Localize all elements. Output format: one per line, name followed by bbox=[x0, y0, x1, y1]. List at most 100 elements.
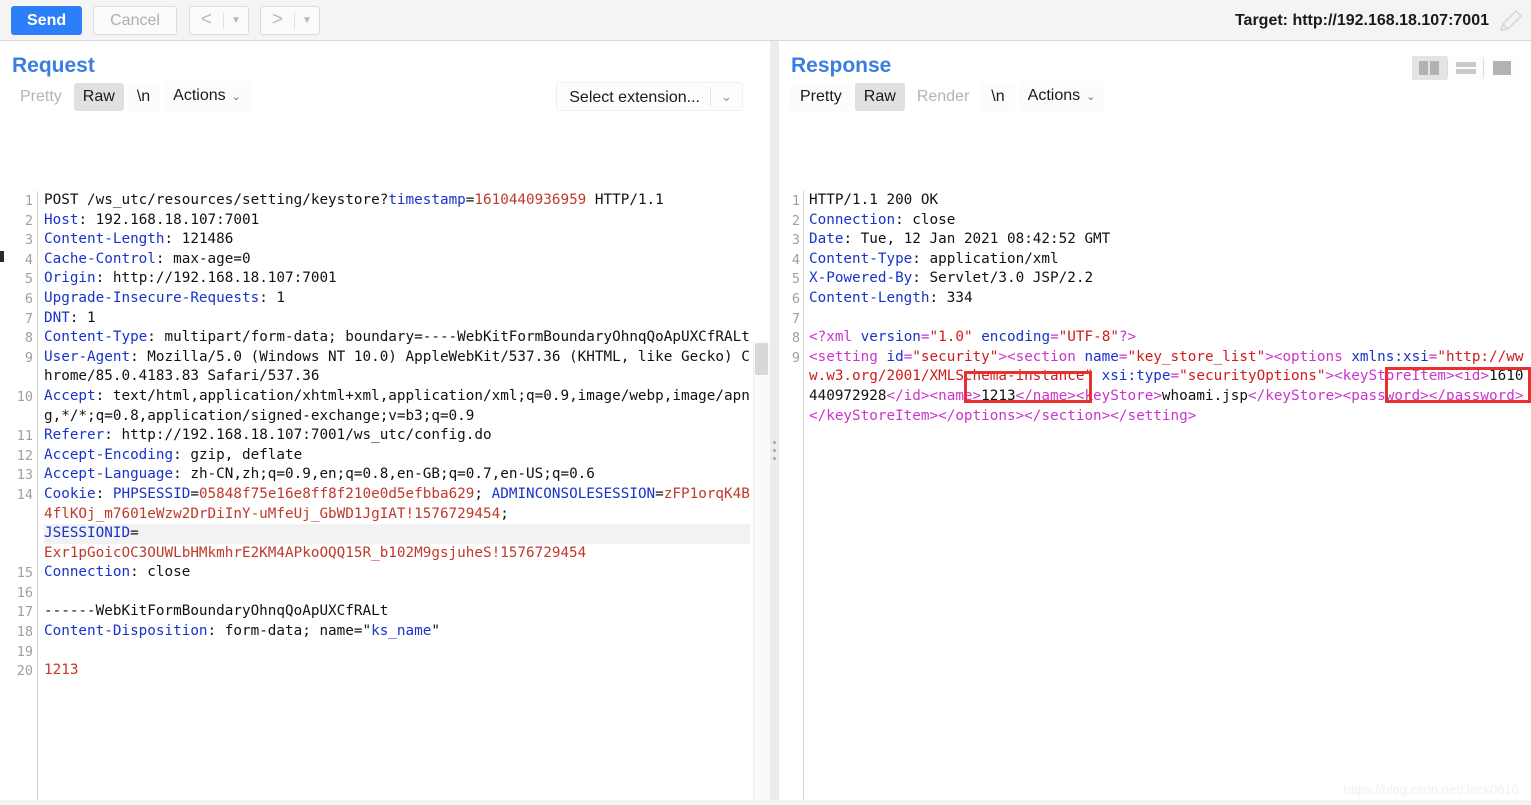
tab-response-newline[interactable]: \n bbox=[981, 82, 1015, 112]
line-number: 2 bbox=[791, 212, 800, 229]
line-number: 9 bbox=[24, 349, 33, 366]
tab-request-pretty[interactable]: Pretty bbox=[11, 83, 71, 111]
code-line: Accept-Encoding: gzip, deflate bbox=[44, 446, 303, 463]
chevron-right-icon[interactable]: > bbox=[261, 7, 294, 34]
line-number: 17 bbox=[16, 604, 33, 621]
request-edge-marker bbox=[0, 251, 4, 262]
tab-response-pretty[interactable]: Pretty bbox=[790, 82, 852, 112]
line-number: 1 bbox=[24, 193, 33, 209]
burp-repeater-window: Send Cancel < ▼ > ▼ Target: http://192.1… bbox=[0, 0, 1531, 805]
response-editor[interactable]: 1 2 3 4 5 6 7 8 9 HTTP/1.1 200 OK Connection: clo… bbox=[779, 191, 1531, 805]
line-number: 7 bbox=[791, 310, 800, 327]
cancel-button: Cancel bbox=[93, 5, 177, 35]
panel-splitter[interactable] bbox=[770, 41, 779, 805]
request-vertical-scrollbar[interactable] bbox=[753, 341, 770, 805]
line-number: 3 bbox=[24, 232, 33, 249]
request-text-content[interactable]: POST /ws_utc/resources/setting/keystore?… bbox=[44, 191, 750, 681]
single-pane-layout-button[interactable] bbox=[1484, 56, 1519, 80]
line-number: 10 bbox=[16, 388, 33, 405]
tab-response-actions-label: Actions bbox=[1027, 87, 1081, 104]
code-line: User-Agent: Mozilla/5.0 (Windows NT 10.0… bbox=[44, 348, 750, 385]
code-line: Content-Type: application/xml bbox=[809, 250, 1059, 267]
code-line: Cache-Control: max-age=0 bbox=[44, 250, 251, 267]
line-number: 6 bbox=[791, 290, 800, 307]
bottom-strip bbox=[0, 800, 1531, 805]
line-number: 18 bbox=[16, 624, 33, 641]
code-line: Content-Length: 121486 bbox=[44, 231, 234, 248]
line-number: 1 bbox=[791, 193, 800, 209]
line-number: 7 bbox=[24, 310, 33, 327]
code-line: Origin: http://192.168.18.107:7001 bbox=[44, 270, 337, 287]
tab-request-actions[interactable]: Actions ⌄ bbox=[163, 81, 251, 113]
tab-request-raw[interactable]: Raw bbox=[73, 83, 124, 111]
split-vertical-layout-button[interactable] bbox=[1412, 56, 1447, 80]
code-line: Date: Tue, 12 Jan 2021 08:42:52 GMT bbox=[809, 231, 1111, 248]
code-line: Exr1pGoicOC3OUWLbHMkmhrE2KM4APkoOQQ15R_b… bbox=[44, 544, 587, 561]
request-panel-title: Request bbox=[12, 54, 95, 77]
request-editor[interactable]: 1 2 3 4 5 6 7 8 9 10 11 12 13 14 15 16 17 18 19 20 POST /ws… bbox=[0, 191, 770, 805]
code-line: Referer: http://192.168.18.107:7001/ws_u… bbox=[44, 427, 492, 444]
response-line-number-gutter: 1 2 3 4 5 6 7 8 9 bbox=[784, 191, 804, 805]
chevron-down-icon: ⌄ bbox=[231, 91, 241, 103]
code-line: X-Powered-By: Servlet/3.0 JSP/2.2 bbox=[809, 270, 1094, 287]
tab-request-newline[interactable]: \n bbox=[126, 82, 161, 112]
code-line: JSESSIONID= bbox=[44, 524, 750, 544]
line-number: 12 bbox=[16, 447, 33, 464]
target-label: Target: http://192.168.18.107:7001 bbox=[1234, 11, 1489, 29]
single-pane-icon bbox=[1492, 61, 1511, 75]
code-line: Host: 192.168.18.107:7001 bbox=[44, 211, 260, 228]
top-toolbar: Send Cancel < ▼ > ▼ Target: http://192.1… bbox=[0, 0, 1531, 41]
code-line: 1213 bbox=[44, 662, 79, 679]
layout-buttons-group bbox=[1412, 56, 1519, 80]
line-number: 14 bbox=[16, 486, 33, 503]
line-number: 16 bbox=[16, 584, 33, 601]
watermark: https://blog.csdn.net/Jack0610 bbox=[1343, 782, 1519, 797]
code-line: Connection: close bbox=[44, 564, 191, 581]
response-panel: Response Pretty Raw Render \n Actions ⌄ … bbox=[779, 41, 1531, 805]
code-line: HTTP/1.1 200 OK bbox=[809, 192, 939, 208]
chevron-left-icon[interactable]: < bbox=[190, 7, 223, 34]
code-line: DNT: 1 bbox=[44, 309, 96, 326]
line-number: 3 bbox=[791, 232, 800, 249]
pencil-icon[interactable] bbox=[1497, 8, 1525, 34]
code-line: Accept: text/html,application/xhtml+xml,… bbox=[44, 387, 750, 424]
line-number: 19 bbox=[16, 643, 33, 660]
line-number: 13 bbox=[16, 467, 33, 484]
request-line-number-gutter: 1 2 3 4 5 6 7 8 9 10 11 12 13 14 15 16 17 18 19 20 bbox=[0, 191, 38, 805]
code-line: Accept-Language: zh-CN,zh;q=0.9,en;q=0.8… bbox=[44, 466, 595, 483]
send-button[interactable]: Send bbox=[11, 5, 83, 35]
tab-response-actions[interactable]: Actions ⌄ bbox=[1017, 81, 1106, 113]
code-line: <setting id="security"><section name="ke… bbox=[809, 348, 1524, 424]
tab-response-raw[interactable]: Raw bbox=[854, 83, 905, 111]
forward-nav-group[interactable]: > ▼ bbox=[259, 5, 320, 35]
forward-history-caret-icon[interactable]: ▼ bbox=[295, 7, 319, 34]
code-line: POST /ws_utc/resources/setting/keystore?… bbox=[44, 192, 664, 208]
chevron-down-icon: ⌄ bbox=[1086, 91, 1096, 103]
code-line: Content-Disposition: form-data; name="ks… bbox=[44, 623, 440, 640]
back-history-caret-icon[interactable]: ▼ bbox=[224, 7, 248, 34]
line-number: 8 bbox=[791, 330, 800, 347]
line-number: 9 bbox=[791, 349, 800, 366]
select-extension-dropdown[interactable]: Select extension... ⌄ bbox=[556, 82, 743, 111]
split-vertical-icon bbox=[1419, 61, 1439, 75]
scrollbar-thumb[interactable] bbox=[755, 343, 768, 375]
response-text-content[interactable]: HTTP/1.1 200 OK Connection: close Date: Tu… bbox=[809, 191, 1529, 426]
code-line: Connection: close bbox=[809, 211, 956, 228]
line-number: 4 bbox=[24, 251, 33, 268]
split-horizontal-icon bbox=[1455, 62, 1476, 74]
select-extension-label: Select extension... bbox=[569, 89, 700, 106]
line-number: 15 bbox=[16, 565, 33, 582]
line-number: 5 bbox=[24, 271, 33, 288]
splitter-grip-icon bbox=[773, 441, 776, 465]
back-nav-group[interactable]: < ▼ bbox=[188, 5, 249, 35]
split-horizontal-layout-button[interactable] bbox=[1448, 56, 1483, 80]
tab-response-render[interactable]: Render bbox=[908, 83, 978, 111]
chevron-down-icon[interactable]: ⌄ bbox=[711, 83, 742, 110]
line-number: 2 bbox=[24, 212, 33, 229]
request-tabstrip: Pretty Raw \n Actions ⌄ Select extension.… bbox=[0, 79, 770, 115]
code-line: Cookie: PHPSESSID=05848f75e16e8ff8f210e0… bbox=[44, 485, 750, 522]
code-line: Content-Length: 334 bbox=[809, 289, 973, 306]
code-line: ------WebKitFormBoundaryOhnqQoApUXCfRALt bbox=[44, 603, 389, 620]
